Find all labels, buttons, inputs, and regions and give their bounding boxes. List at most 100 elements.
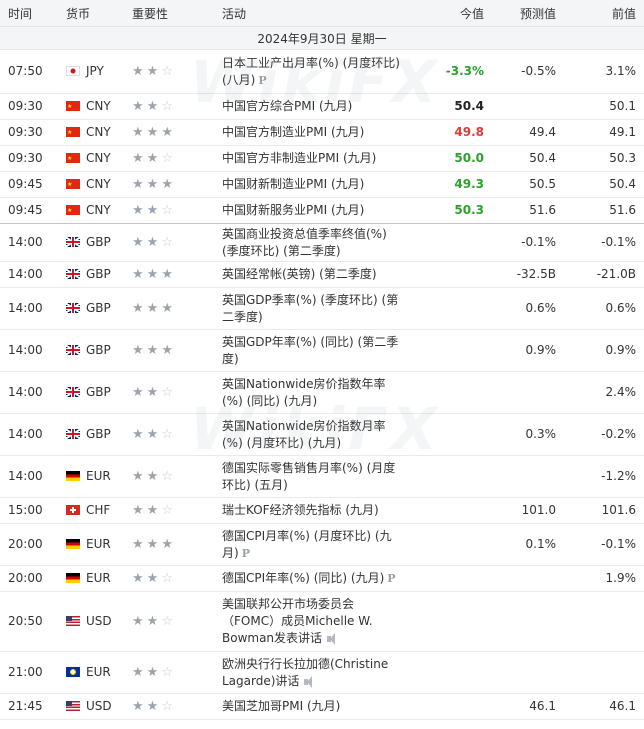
table-row[interactable]: 09:30CNY★★☆中国官方综合PMI (九月)50.450.1 — [0, 93, 644, 120]
event-name[interactable]: 美国芝加哥PMI (九月) — [222, 699, 340, 713]
event-name-cell[interactable]: 德国实际零售销售月率(%) (月度环比) (五月) — [222, 455, 412, 498]
header-event[interactable]: 活动 — [222, 0, 412, 27]
table-row[interactable]: 14:00 GBP ★★★ 英国GDP季率(%) (季度环比) (第二季度) 0.6% 0… — [0, 287, 644, 330]
event-name[interactable]: 中国财新服务业PMI (九月) — [222, 203, 364, 217]
table-row[interactable]: 14:00 GBP ★★★ 英国经常帐(英镑) (第二季度) -32.5B -21.0B — [0, 261, 644, 288]
de-flag-icon — [66, 573, 80, 583]
header-forecast[interactable]: 预测值 — [484, 0, 556, 27]
event-currency-cell: GBP — [66, 261, 132, 288]
event-name-cell[interactable]: 日本工业产出月率(%) (月度环比) (八月) P — [222, 49, 412, 94]
importance-rating: ★★☆ — [132, 223, 222, 262]
star-filled-icon: ★ — [132, 571, 147, 586]
event-name[interactable]: 日本工业产出月率(%) (月度环比) (八月) — [222, 56, 400, 87]
event-forecast: -0.1% — [484, 223, 556, 262]
speaker-icon — [327, 633, 336, 645]
event-name-cell[interactable]: 中国财新服务业PMI (九月) — [222, 197, 412, 224]
event-previous: -0.1% — [556, 523, 644, 566]
star-empty-icon: ☆ — [161, 203, 176, 218]
table-row[interactable]: 20:00 EUR ★★★ 德国CPI月率(%) (月度环比) (九月) P 0.1% -0… — [0, 523, 644, 566]
star-filled-icon: ★ — [132, 64, 147, 79]
importance-stars: ★★☆ — [132, 64, 176, 79]
event-currency: EUR — [86, 571, 111, 585]
event-actual — [412, 261, 484, 288]
eu-flag-icon — [66, 667, 80, 677]
event-previous: 49.1 — [556, 119, 644, 146]
event-time: 09:45 — [0, 197, 66, 224]
table-row[interactable]: 14:00 EUR ★★☆ 德国实际零售销售月率(%) (月度环比) (五月) -1.2… — [0, 455, 644, 498]
event-name-cell[interactable]: 美国联邦公开市场委员会（FOMC）成员Michelle W. Bowman发表讲… — [222, 591, 412, 652]
event-currency: GBP — [86, 267, 111, 281]
table-row[interactable]: 21:00 EUR ★★☆ 欧洲央行行长拉加德(Christine Lagarde)讲… — [0, 651, 644, 694]
event-forecast: -32.5B — [484, 261, 556, 288]
importance-stars: ★★☆ — [132, 699, 176, 714]
event-name-cell[interactable]: 中国财新制造业PMI (九月) — [222, 171, 412, 198]
event-name[interactable]: 德国实际零售销售月率(%) (月度环比) (五月) — [222, 461, 395, 492]
event-name-cell[interactable]: 英国GDP季率(%) (季度环比) (第二季度) — [222, 287, 412, 330]
event-name-cell[interactable]: 中国官方综合PMI (九月) — [222, 93, 412, 120]
event-name[interactable]: 英国Nationwide房价指数月率(%) (月度环比) (九月) — [222, 419, 385, 450]
star-filled-icon: ★ — [161, 125, 176, 140]
event-name[interactable]: 英国GDP年率(%) (同比) (第二季度) — [222, 335, 398, 366]
speaker-icon — [304, 675, 313, 688]
table-row[interactable]: 09:30CNY★★☆中国官方非制造业PMI (九月)50.050.450.3 — [0, 145, 644, 172]
event-actual — [412, 523, 484, 566]
event-previous: 50.1 — [556, 93, 644, 120]
event-currency-cell: GBP — [66, 371, 132, 414]
event-name-cell[interactable]: 英国Nationwide房价指数月率(%) (月度环比) (九月) — [222, 413, 412, 456]
header-time[interactable]: 时间 — [0, 0, 66, 27]
event-name-cell[interactable]: 德国CPI年率(%) (同比) (九月) P — [222, 565, 412, 592]
table-row[interactable]: 14:00 GBP ★★☆ 英国商业投资总值季率终值(%) (季度环比) (第二季度)… — [0, 223, 644, 262]
star-filled-icon: ★ — [146, 203, 162, 218]
event-name[interactable]: 中国财新制造业PMI (九月) — [222, 177, 364, 191]
table-row[interactable]: 14:00 GBP ★★★ 英国GDP年率(%) (同比) (第二季度) 0.9% 0.9… — [0, 329, 644, 372]
event-name[interactable]: 英国GDP季率(%) (季度环比) (第二季度) — [222, 293, 398, 324]
event-name-cell[interactable]: 英国经常帐(英镑) (第二季度) — [222, 261, 412, 288]
event-previous: 50.4 — [556, 171, 644, 198]
event-name-cell[interactable]: 英国GDP年率(%) (同比) (第二季度) — [222, 329, 412, 372]
event-name[interactable]: 瑞士KOF经济领先指标 (九月) — [222, 503, 379, 517]
event-currency: CNY — [86, 99, 111, 113]
event-name-cell[interactable]: 英国商业投资总值季率终值(%) (季度环比) (第二季度) — [222, 223, 412, 262]
event-name-cell[interactable]: 美国芝加哥PMI (九月) — [222, 693, 412, 720]
event-name-cell[interactable]: 德国CPI月率(%) (月度环比) (九月) P — [222, 523, 412, 566]
event-time: 21:45 — [0, 693, 66, 720]
table-row[interactable]: 20:50 USD ★★☆ 美国联邦公开市场委员会（FOMC）成员Michelle W… — [0, 591, 644, 652]
table-row[interactable]: 09:30CNY★★★中国官方制造业PMI (九月)49.849.449.1 — [0, 119, 644, 146]
event-name-cell[interactable]: 中国官方制造业PMI (九月) — [222, 119, 412, 146]
event-name-cell[interactable]: 中国官方非制造业PMI (九月) — [222, 145, 412, 172]
star-filled-icon: ★ — [132, 614, 147, 629]
header-importance[interactable]: 重要性 — [132, 0, 222, 27]
event-name[interactable]: 英国商业投资总值季率终值(%) (季度环比) (第二季度) — [222, 227, 387, 258]
table-row[interactable]: 20:00 EUR ★★☆ 德国CPI年率(%) (同比) (九月) P 1.9% — [0, 565, 644, 592]
table-row[interactable]: 07:50 JPY ★★☆ 日本工业产出月率(%) (月度环比) (八月) P -3.3%… — [0, 49, 644, 94]
table-row[interactable]: 15:00 CHF ★★☆ 瑞士KOF经济领先指标 (九月) 101.0 101.6 — [0, 497, 644, 524]
event-name-cell[interactable]: 英国Nationwide房价指数年率(%) (同比) (九月) — [222, 371, 412, 414]
event-actual: 50.0 — [412, 145, 484, 172]
table-row[interactable]: 09:45CNY★★☆中国财新服务业PMI (九月)50.351.651.6 — [0, 197, 644, 224]
star-filled-icon: ★ — [132, 177, 147, 192]
table-row[interactable]: 14:00 GBP ★★☆ 英国Nationwide房价指数月率(%) (月度环比) … — [0, 413, 644, 456]
event-name[interactable]: 中国官方非制造业PMI (九月) — [222, 151, 376, 165]
header-actual[interactable]: 今值 — [412, 0, 484, 27]
event-name-cell[interactable]: 欧洲央行行长拉加德(Christine Lagarde)讲话 — [222, 651, 412, 694]
header-currency[interactable]: 货币 — [66, 0, 132, 27]
table-row[interactable]: 21:45 USD ★★☆ 美国芝加哥PMI (九月) 46.1 46.1 — [0, 693, 644, 720]
table-row[interactable]: 09:45CNY★★★中国财新制造业PMI (九月)49.350.550.4 — [0, 171, 644, 198]
importance-stars: ★★☆ — [132, 151, 176, 166]
event-name[interactable]: 美国联邦公开市场委员会（FOMC）成员Michelle W. Bowman发表讲… — [222, 597, 373, 645]
gb-flag-icon — [66, 237, 80, 247]
table-row[interactable]: 14:00 GBP ★★☆ 英国Nationwide房价指数年率(%) (同比) (九… — [0, 371, 644, 414]
event-name[interactable]: 中国官方综合PMI (九月) — [222, 99, 352, 113]
event-name[interactable]: 英国Nationwide房价指数年率(%) (同比) (九月) — [222, 377, 385, 408]
event-name[interactable]: 中国官方制造业PMI (九月) — [222, 125, 364, 139]
date-row: 2024年9月30日 星期一 — [0, 26, 644, 50]
event-name-cell[interactable]: 瑞士KOF经济领先指标 (九月) — [222, 497, 412, 524]
event-previous: 0.9% — [556, 329, 644, 372]
star-filled-icon: ★ — [146, 537, 162, 552]
event-currency: GBP — [86, 427, 111, 441]
importance-stars: ★★☆ — [132, 503, 176, 518]
event-name[interactable]: 英国经常帐(英镑) (第二季度) — [222, 267, 377, 281]
event-name[interactable]: 德国CPI年率(%) (同比) (九月) — [222, 571, 384, 585]
header-previous[interactable]: 前值 — [556, 0, 644, 27]
star-filled-icon: ★ — [132, 151, 147, 166]
